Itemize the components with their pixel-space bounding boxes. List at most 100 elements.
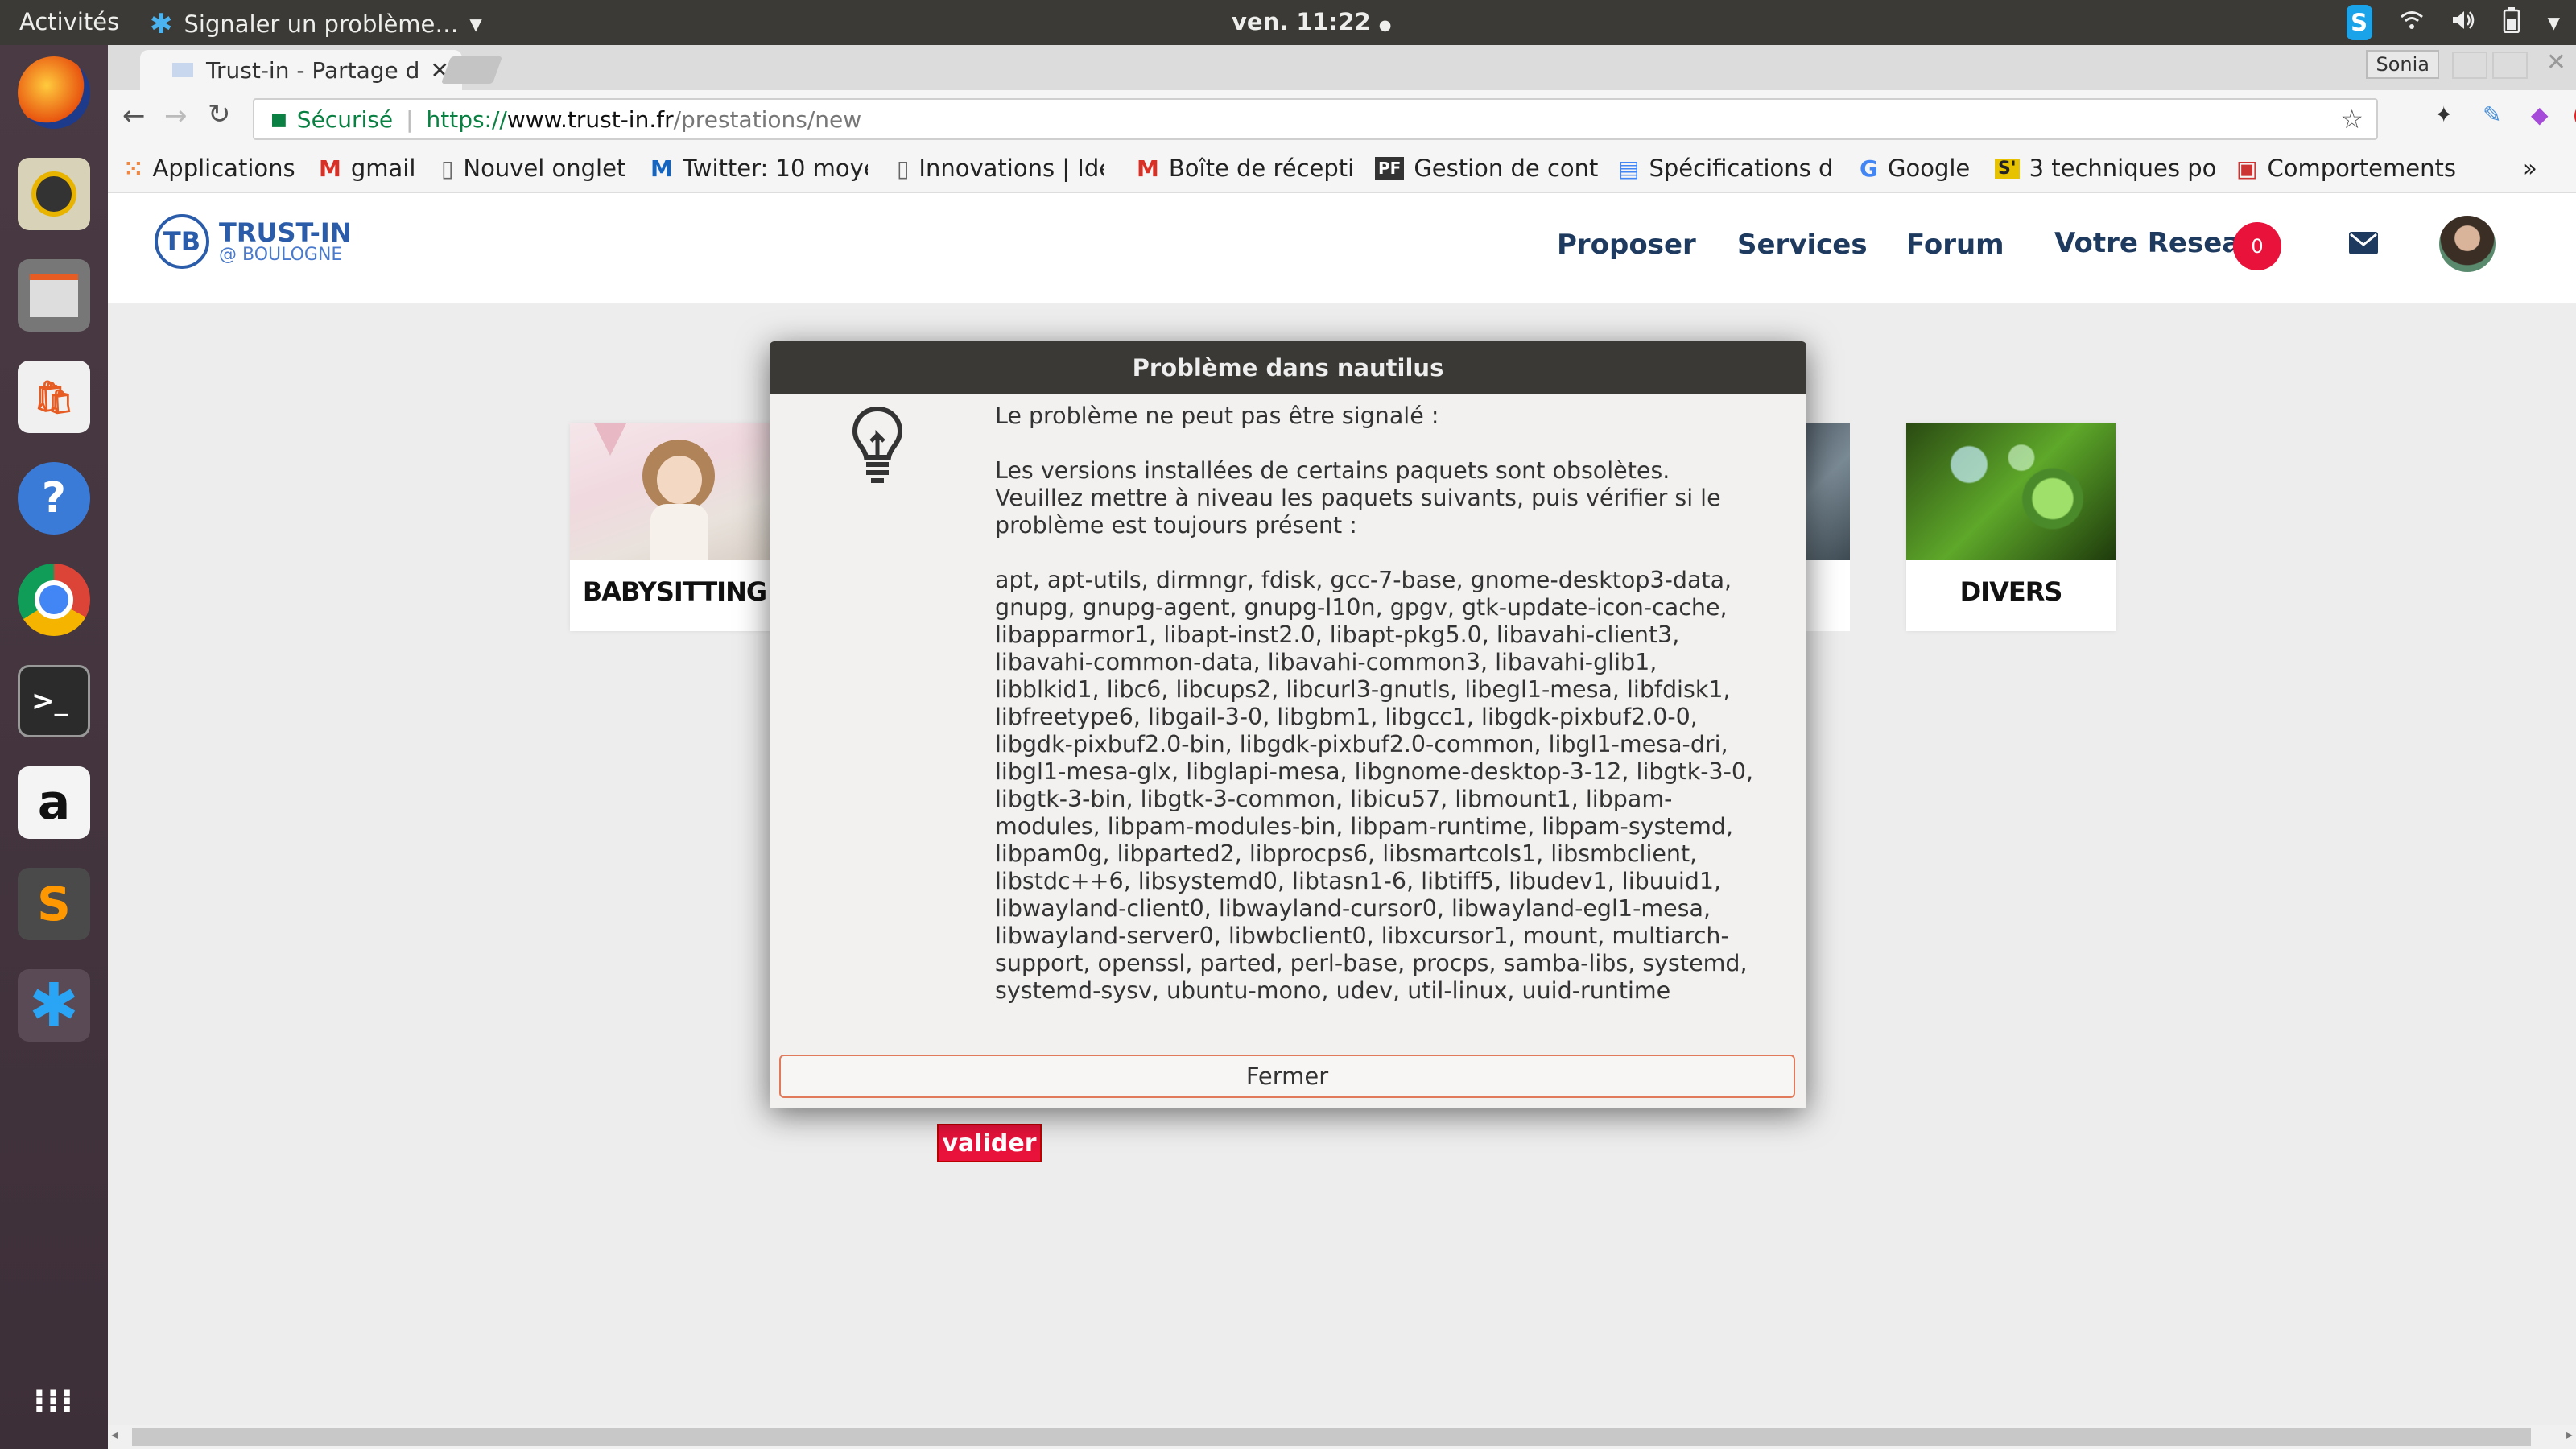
page-icon: ▯ — [897, 155, 910, 182]
site-logo[interactable]: TB TRUST-IN @ BOULOGNE — [155, 214, 352, 269]
rhythmbox-icon[interactable] — [18, 158, 90, 230]
bookmarks-bar: ⁙ Applications Mgmail ▯ Nouvel onglet M Twi… — [108, 148, 2576, 193]
bookmark-label: Comportements — [2267, 155, 2456, 182]
volume-icon[interactable] — [2451, 9, 2475, 36]
more-label: » — [2523, 155, 2537, 182]
submit-button[interactable]: valider — [937, 1124, 1042, 1162]
power-menu-icon[interactable]: ▼ — [2548, 13, 2560, 32]
bookmark-label: Google — [1887, 155, 1971, 182]
horizontal-scrollbar[interactable]: ◂ ▸ — [108, 1425, 2576, 1449]
url-host: www.trust-in.fr — [506, 105, 674, 133]
wifi-icon[interactable] — [2400, 9, 2424, 36]
bookmark-3-techniques[interactable]: S' 3 techniques pou — [1995, 155, 2215, 182]
lightbulb-icon — [850, 406, 905, 489]
mail-icon[interactable] — [2349, 232, 2378, 258]
back-icon[interactable]: ← — [122, 100, 146, 132]
app-menu[interactable]: ✱ Signaler un problème… ▼ — [150, 8, 482, 40]
scroll-left-icon[interactable]: ◂ — [111, 1426, 118, 1442]
files-icon[interactable] — [18, 259, 90, 332]
gmail-icon: M — [319, 155, 341, 182]
star-icon[interactable]: ☆ — [2340, 104, 2363, 134]
lock-icon: ■ — [270, 109, 287, 130]
pf-icon: PF — [1375, 157, 1405, 180]
bookmark-applications[interactable]: ⁙ Applications — [124, 155, 295, 182]
bookmark-label: Twitter: 10 moye — [682, 155, 868, 182]
babysitting-image — [570, 423, 779, 560]
minimize-icon[interactable] — [2452, 52, 2487, 79]
logo-title: TRUST-IN — [219, 217, 352, 248]
extension-icon[interactable]: ✦ — [2434, 101, 2453, 128]
bookmark-gestion[interactable]: PF Gestion de conte — [1375, 155, 1599, 182]
skype-icon[interactable]: S — [2346, 5, 2372, 40]
nav-proposer[interactable]: Proposer — [1557, 229, 1696, 261]
app-menu-label: Signaler un problème… — [184, 10, 459, 38]
tab-active[interactable]: Trust-in - Partage d ✕ — [140, 50, 462, 90]
separator: | — [406, 105, 414, 133]
url-path: /prestations/new — [673, 105, 862, 133]
dialog-message: Le problème ne peut pas être signalé : L… — [995, 402, 1760, 1032]
address-bar-row: ← → ↻ ■ Sécurisé | https:// www.trust-in… — [108, 90, 2576, 148]
package-list: apt, apt-utils, dirmngr, fdisk, gcc-7-ba… — [995, 567, 1754, 1004]
omnibox[interactable]: ■ Sécurisé | https:// www.trust-in.fr /p… — [253, 98, 2378, 140]
extension-icon[interactable]: ✎ — [2483, 101, 2501, 128]
secure-label: Sécurisé — [296, 105, 394, 133]
bookmark-label: Innovations | Idé — [919, 155, 1104, 182]
activities-button[interactable]: Activités — [19, 8, 119, 35]
amazon-icon[interactable]: a — [18, 766, 90, 839]
help-icon[interactable]: ? — [18, 462, 90, 535]
nav-forum[interactable]: Forum — [1906, 229, 2004, 261]
bookmark-twitter[interactable]: M Twitter: 10 moye — [650, 155, 868, 182]
card-label: BABYSITTING — [582, 576, 767, 607]
bookmark-label: Boîte de récepti — [1168, 155, 1354, 182]
google-icon: G — [1860, 155, 1878, 182]
dialog-line-2: Les versions installées de certains paqu… — [995, 457, 1721, 539]
bug-report-icon[interactable]: ✱ — [18, 969, 90, 1042]
firefox-icon[interactable] — [18, 56, 90, 129]
chrome-icon[interactable] — [18, 564, 90, 636]
new-tab-button[interactable] — [440, 56, 503, 84]
gmail-icon: M — [1137, 155, 1159, 182]
bookmark-specifications[interactable]: ▤ Spécifications de — [1618, 155, 1834, 182]
bookmark-comportements[interactable]: ▣ Comportements — [2236, 155, 2456, 182]
category-card-babysitting[interactable]: BABYSITTING — [570, 423, 779, 631]
docs-icon: ▤ — [1618, 155, 1640, 182]
clock[interactable]: ven. 11:22 ● — [1232, 8, 1391, 35]
notification-badge[interactable]: 0 — [2233, 222, 2281, 270]
category-card-divers[interactable]: DIVERS — [1906, 423, 2116, 631]
battery-icon[interactable] — [2503, 6, 2520, 39]
app-grid-icon[interactable]: ⁝⁝⁝ — [18, 1365, 90, 1438]
bookmarks-more[interactable]: » — [2523, 155, 2537, 182]
terminal-icon[interactable]: >_ — [18, 665, 90, 737]
card-label: DIVERS — [1959, 576, 2063, 607]
tab-strip: Trust-in - Partage d ✕ Sonia ✕ — [108, 45, 2576, 90]
software-icon[interactable]: 🛍 — [18, 361, 90, 433]
s-icon: S' — [1995, 158, 2020, 179]
extension-icon[interactable]: ◆ — [2531, 101, 2549, 128]
sublime-icon[interactable]: S — [18, 868, 90, 940]
favicon — [172, 63, 193, 77]
nav-services[interactable]: Services — [1737, 229, 1868, 261]
bookmark-gmail[interactable]: Mgmail — [319, 155, 415, 182]
bookmark-google[interactable]: G Google — [1860, 155, 1970, 182]
page-icon: ▣ — [2236, 155, 2258, 182]
bookmark-label: Spécifications de — [1649, 155, 1835, 182]
dialog-line-1: Le problème ne peut pas être signalé : — [995, 402, 1439, 429]
bookmark-label: 3 techniques pou — [2029, 155, 2215, 182]
top-bar: Activités ✱ Signaler un problème… ▼ ven.… — [0, 0, 2576, 45]
logo-mark: TB — [155, 214, 209, 269]
scroll-right-icon[interactable]: ▸ — [2566, 1426, 2573, 1442]
bookmark-nouvel-onglet[interactable]: ▯ Nouvel onglet — [441, 155, 625, 182]
close-button[interactable]: Fermer — [779, 1055, 1795, 1098]
avatar[interactable] — [2439, 216, 2496, 272]
bookmark-label: gmail — [350, 155, 416, 182]
reload-icon[interactable]: ↻ — [208, 98, 231, 130]
url-scheme: https:// — [426, 105, 507, 133]
nav-votre-reseau[interactable]: Votre Reseau — [2054, 227, 2260, 259]
close-window-icon[interactable]: ✕ — [2546, 48, 2566, 76]
user-chip[interactable]: Sonia — [2366, 50, 2439, 79]
bookmark-innovations[interactable]: ▯ Innovations | Idé — [897, 155, 1104, 182]
bookmark-boite[interactable]: M Boîte de récepti — [1137, 155, 1354, 182]
forward-icon[interactable]: → — [164, 100, 188, 132]
maximize-icon[interactable] — [2492, 52, 2528, 79]
scrollbar-thumb[interactable] — [132, 1428, 2531, 1446]
